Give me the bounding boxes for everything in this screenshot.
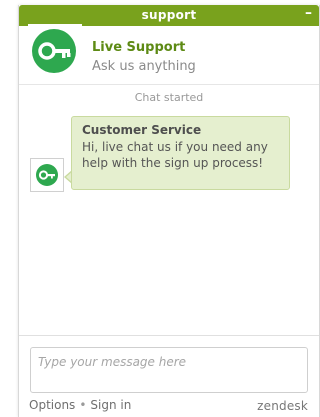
- footer-separator: •: [79, 398, 87, 412]
- agent-avatar-icon: [30, 158, 64, 192]
- key-icon: [32, 29, 76, 73]
- options-link[interactable]: Options: [29, 398, 75, 412]
- message-text: Hi, live chat us if you need any help wi…: [82, 140, 268, 170]
- chat-message: Customer Service Hi, live chat us if you…: [71, 116, 290, 190]
- chat-widget: support – Live Support Ask us anything C…: [18, 5, 320, 417]
- chat-started-label: Chat started: [134, 91, 204, 104]
- message-input-placeholder: Type your message here: [38, 355, 187, 369]
- header-title: support: [141, 8, 197, 22]
- composer-divider: [19, 335, 319, 336]
- message-input[interactable]: Type your message here: [30, 347, 308, 393]
- brand-title: Live Support: [92, 40, 186, 55]
- zendesk-logo[interactable]: zendesk: [257, 399, 308, 413]
- widget-header[interactable]: support –: [19, 5, 319, 26]
- sign-in-link[interactable]: Sign in: [90, 398, 131, 412]
- footer-links: Options • Sign in: [29, 398, 131, 412]
- message-sender: Customer Service: [82, 123, 202, 137]
- minimize-button[interactable]: –: [305, 5, 312, 21]
- brand-subtitle: Ask us anything: [92, 59, 196, 74]
- header-divider: [19, 84, 319, 85]
